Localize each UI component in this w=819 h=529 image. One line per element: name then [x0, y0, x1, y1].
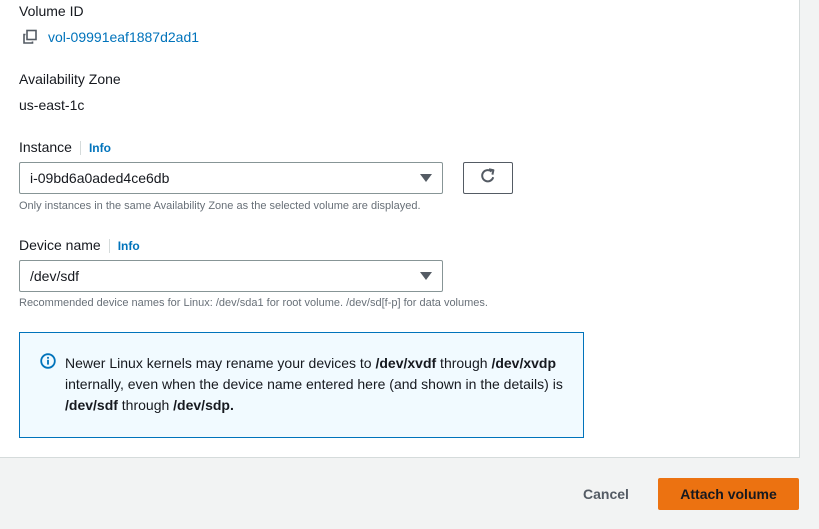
availability-zone-label: Availability Zone [19, 71, 121, 87]
device-name-label-text: Device name [19, 237, 101, 253]
instance-info-link[interactable]: Info [79, 141, 111, 155]
attach-volume-button[interactable]: Attach volume [658, 478, 799, 510]
volume-id-row: vol-09991eaf1887d2ad1 [22, 29, 199, 45]
device-name-label: Device name Info [19, 237, 140, 253]
alert-text-3: internally, even when the device name en… [65, 376, 563, 392]
info-alert: Newer Linux kernels may rename your devi… [19, 332, 584, 438]
cancel-button[interactable]: Cancel [574, 478, 638, 510]
alert-path-1: /dev/xvdf [375, 355, 437, 371]
device-name-hint: Recommended device names for Linux: /dev… [19, 297, 488, 309]
instance-label: Instance Info [19, 139, 111, 155]
refresh-icon [479, 167, 497, 190]
alert-message: Newer Linux kernels may rename your devi… [65, 353, 563, 416]
availability-zone-label-text: Availability Zone [19, 71, 121, 87]
volume-id-label: Volume ID [19, 3, 84, 19]
instance-label-text: Instance [19, 139, 72, 155]
instance-select-value: i-09bd6a0aded4ce6db [30, 170, 170, 186]
refresh-button[interactable] [463, 162, 513, 194]
alert-text-1: Newer Linux kernels may rename your devi… [65, 355, 376, 371]
device-name-info-link[interactable]: Info [108, 239, 140, 253]
attach-volume-panel: Volume ID vol-09991eaf1887d2ad1 Availabi… [0, 0, 800, 458]
volume-id-link[interactable]: vol-09991eaf1887d2ad1 [48, 29, 199, 45]
info-circle-icon [40, 353, 56, 369]
chevron-down-icon [420, 174, 432, 182]
instance-hint: Only instances in the same Availability … [19, 200, 421, 212]
alert-text-4: through [117, 397, 174, 413]
volume-id-label-text: Volume ID [19, 3, 84, 19]
alert-text-2: through [436, 355, 492, 371]
copy-icon[interactable] [22, 29, 38, 45]
alert-path-3: /dev/sdf [65, 397, 118, 413]
alert-path-2: /dev/xvdp [491, 355, 557, 371]
device-name-select[interactable]: /dev/sdf [19, 260, 443, 292]
device-name-value: /dev/sdf [30, 268, 80, 284]
alert-path-4: /dev/sdp. [173, 397, 234, 413]
availability-zone-value: us-east-1c [19, 97, 85, 113]
instance-select[interactable]: i-09bd6a0aded4ce6db [19, 162, 443, 194]
chevron-down-icon [420, 272, 432, 280]
